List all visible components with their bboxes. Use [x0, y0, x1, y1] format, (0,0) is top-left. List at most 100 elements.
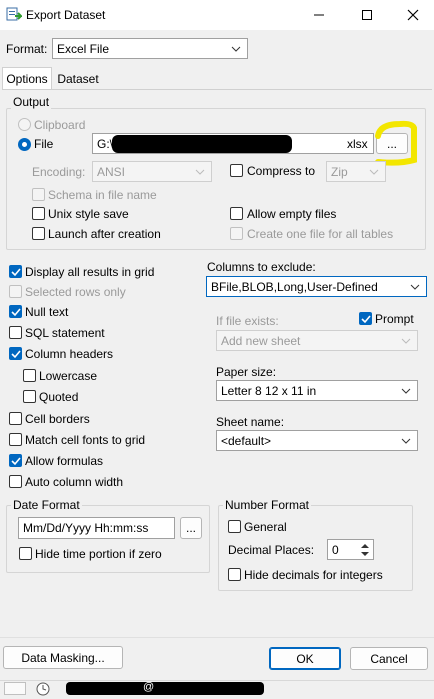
date-format-group-title: Date Format: [11, 498, 82, 512]
hide-decimals-label: Hide decimals for integers: [244, 568, 383, 582]
checkmark-icon: [11, 457, 21, 466]
minimize-button[interactable]: [296, 0, 342, 30]
null-text-checkbox[interactable]: [9, 305, 22, 318]
tab-dataset-label: Dataset: [57, 72, 99, 86]
sql-statement-label: SQL statement: [25, 326, 105, 340]
column-headers-label: Column headers: [25, 347, 114, 361]
status-cell: [4, 682, 26, 695]
chevron-down-icon: [369, 169, 379, 175]
number-format-group-title: Number Format: [223, 498, 312, 512]
columns-exclude-select[interactable]: BFile,BLOB,Long,User-Defined: [206, 276, 427, 297]
decimal-places-input[interactable]: 0: [327, 539, 374, 560]
columns-exclude-label: Columns to exclude:: [207, 260, 316, 274]
close-button[interactable]: [390, 0, 434, 30]
null-text-label: Null text: [25, 305, 69, 319]
date-format-browse-label: ...: [185, 521, 196, 535]
decimal-places-label: Decimal Places:: [228, 543, 315, 557]
output-group-title: Output: [11, 95, 52, 109]
checkmark-icon: [11, 308, 21, 317]
decimal-places-value: 0: [332, 542, 339, 557]
compress-checkbox[interactable]: [230, 164, 243, 177]
match-fonts-label: Match cell fonts to grid: [25, 433, 146, 447]
hide-time-label: Hide time portion if zero: [35, 547, 162, 561]
paper-size-value: Letter 8 12 x 11 in: [221, 383, 317, 398]
auto-column-checkbox[interactable]: [9, 475, 22, 488]
footer-divider: [0, 637, 434, 638]
cancel-button[interactable]: Cancel: [350, 647, 428, 670]
tab-divider: [2, 89, 432, 90]
sheet-name-value: <default>: [221, 433, 272, 448]
general-checkbox[interactable]: [228, 520, 241, 533]
chevron-down-icon: [401, 338, 411, 344]
format-label: Format:: [6, 42, 48, 56]
file-exists-select[interactable]: Add new sheet: [216, 330, 418, 351]
chevron-down-icon: [410, 284, 420, 290]
data-masking-button[interactable]: Data Masking...: [3, 646, 123, 669]
encoding-select[interactable]: ANSI: [92, 161, 212, 182]
one-file-label: Create one file for all tables: [247, 227, 394, 241]
minimize-icon: [314, 14, 324, 16]
status-redaction: [66, 682, 264, 695]
status-at-sign: @: [143, 681, 155, 693]
compress-label: Compress to: [247, 164, 316, 178]
cell-borders-label: Cell borders: [25, 412, 90, 426]
launch-label: Launch after creation: [48, 227, 161, 241]
allow-empty-checkbox[interactable]: [230, 207, 243, 220]
hide-decimals-checkbox[interactable]: [228, 568, 241, 581]
format-select[interactable]: Excel File: [52, 38, 248, 59]
format-value: Excel File: [57, 41, 110, 56]
date-format-input[interactable]: Mm/Dd/Yyyy Hh:mm:ss: [18, 517, 175, 539]
display-all-checkbox[interactable]: [9, 265, 22, 278]
paper-size-select[interactable]: Letter 8 12 x 11 in: [216, 380, 418, 401]
file-exists-label: If file exists:: [216, 314, 279, 328]
allow-formulas-checkbox[interactable]: [9, 454, 22, 467]
cell-borders-checkbox[interactable]: [9, 412, 22, 425]
compress-select[interactable]: Zip: [326, 161, 386, 182]
column-headers-checkbox[interactable]: [9, 347, 22, 360]
encoding-value: ANSI: [97, 164, 126, 179]
sheet-name-label: Sheet name:: [216, 415, 285, 429]
auto-column-label: Auto column width: [25, 475, 124, 489]
date-format-group: [6, 505, 210, 573]
schema-checkbox[interactable]: [32, 188, 45, 201]
clock-icon: [36, 682, 50, 699]
tab-dataset[interactable]: Dataset: [53, 69, 103, 89]
columns-exclude-value: BFile,BLOB,Long,User-Defined: [211, 279, 378, 294]
maximize-button[interactable]: [344, 0, 390, 30]
chevron-down-icon: [401, 388, 411, 394]
sql-statement-checkbox[interactable]: [9, 326, 22, 339]
match-fonts-checkbox[interactable]: [9, 433, 22, 446]
unix-style-checkbox[interactable]: [32, 207, 45, 220]
allow-empty-label: Allow empty files: [247, 207, 337, 221]
one-file-checkbox[interactable]: [230, 227, 243, 240]
lowercase-checkbox[interactable]: [23, 369, 36, 382]
window-title: Export Dataset: [26, 8, 106, 22]
launch-checkbox[interactable]: [32, 227, 45, 240]
file-exists-value: Add new sheet: [221, 333, 301, 348]
hide-time-checkbox[interactable]: [19, 547, 32, 560]
checkmark-icon: [11, 268, 21, 277]
lowercase-label: Lowercase: [39, 369, 98, 383]
tab-options[interactable]: Options: [2, 67, 52, 89]
file-radio[interactable]: [18, 138, 31, 151]
display-all-label: Display all results in grid: [25, 265, 155, 279]
paper-size-label: Paper size:: [216, 365, 277, 379]
file-path-end: xlsx: [347, 137, 368, 151]
redaction-bar: [112, 135, 292, 153]
close-icon: [407, 9, 419, 21]
clipboard-label: Clipboard: [34, 118, 86, 132]
date-format-browse-button[interactable]: ...: [180, 517, 202, 539]
sheet-name-select[interactable]: <default>: [216, 430, 418, 451]
compress-value: Zip: [331, 164, 348, 179]
maximize-icon: [362, 10, 372, 20]
spinner-arrows-icon[interactable]: [360, 542, 370, 558]
cancel-label: Cancel: [370, 651, 408, 666]
ok-button[interactable]: OK: [269, 647, 341, 670]
selected-rows-checkbox[interactable]: [9, 285, 22, 298]
allow-formulas-label: Allow formulas: [25, 454, 104, 468]
clipboard-radio[interactable]: [18, 118, 31, 131]
prompt-checkbox[interactable]: [359, 312, 372, 325]
chevron-down-icon: [195, 169, 205, 175]
quoted-checkbox[interactable]: [23, 390, 36, 403]
unix-style-label: Unix style save: [48, 207, 129, 221]
